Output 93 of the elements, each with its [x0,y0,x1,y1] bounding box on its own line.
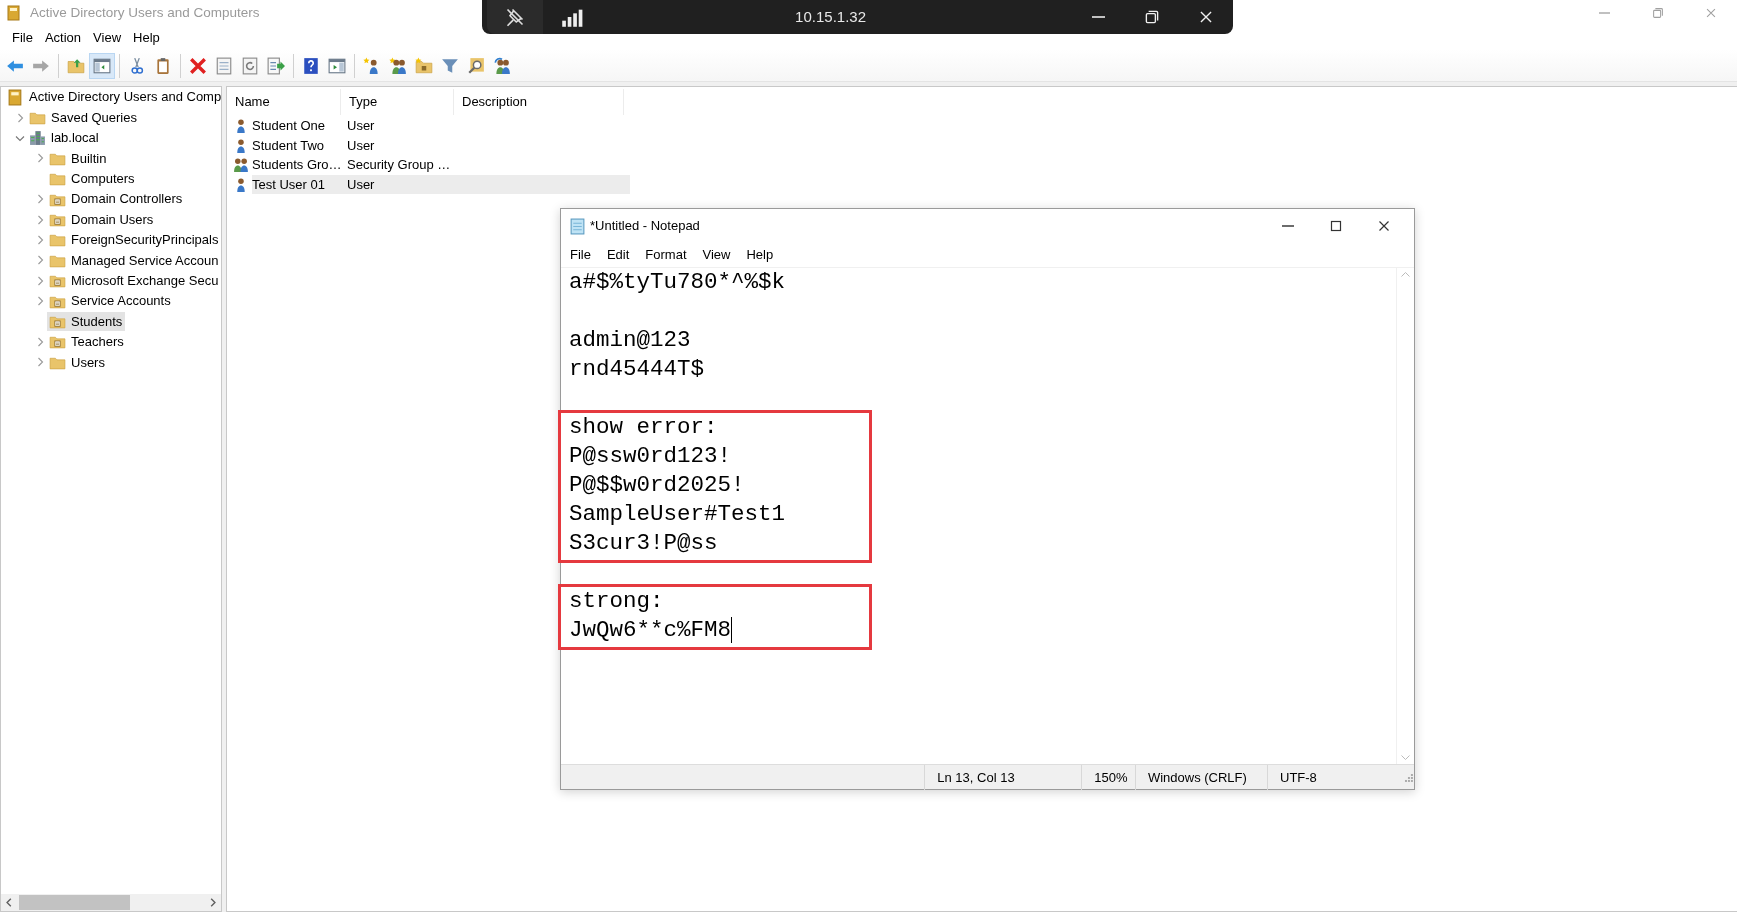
scroll-right-icon[interactable] [210,898,216,907]
tree-item[interactable]: Microsoft Exchange Secu [47,271,222,291]
vertical-scrollbar[interactable] [1396,268,1414,764]
scissors-icon [128,56,146,75]
tree-item[interactable]: lab.local [27,128,102,148]
tree-item[interactable]: Managed Service Accoun [47,250,222,270]
resize-grip-icon [1402,771,1414,783]
minimize-icon [1282,225,1294,227]
list-row[interactable]: Student Two User [252,135,630,155]
tree-item[interactable]: Teachers [47,332,127,352]
table-cell-text: Student Two [252,136,326,155]
window-pane-icon [93,56,111,75]
text-line: SampleUser#Test1 [569,501,786,527]
export-list-icon [267,56,285,75]
scroll-left-icon[interactable] [6,898,12,907]
menu-item[interactable]: View [694,245,739,265]
tree-item[interactable]: Active Directory Users and Comp [5,87,225,107]
maximize-icon [1328,218,1344,234]
menu-item[interactable]: Edit [598,245,638,265]
table-cell-text: User [347,175,376,194]
text-line: JwQw6**c%FM8 [569,617,732,643]
text-line: strong: [569,588,664,614]
status-text: Ln 13, Col 13 [924,764,1082,790]
users-icon [233,156,250,174]
signal-bars-icon [561,7,583,27]
text-line: rnd45444T$ [569,356,705,382]
menu-item[interactable]: View [87,28,128,48]
status-text: 150% [1081,764,1135,790]
table-cell-text: Test User 01 [252,175,326,194]
list-row[interactable]: Student One User [252,116,630,136]
tree-item[interactable]: Users [47,352,108,372]
text-line: S3cur3!P@ss [569,530,718,556]
restore-icon [1650,6,1665,20]
text-line: admin@123 [569,327,691,353]
status-text: UTF-8 [1267,764,1403,790]
book-icon [7,88,24,106]
filter-icon [441,56,459,75]
text-line: P@ssw0rd123! [569,443,732,469]
tree-item[interactable]: Builtin [47,148,110,168]
help-icon [302,56,320,75]
tree-item[interactable]: ForeignSecurityPrincipals [47,230,222,250]
window-title: *Untitled - Notepad [590,217,700,236]
menu-item[interactable]: File [6,28,39,48]
menu-item[interactable]: Action [38,28,88,48]
folder-star-icon [415,56,433,75]
list-row[interactable]: Test User 01 User [252,174,630,194]
minimize-icon [1091,16,1105,18]
restore-icon [1143,8,1161,26]
tree-item[interactable]: Students [47,312,126,331]
status-text: Windows (CRLF) [1134,764,1267,790]
notepad-icon [569,217,586,235]
users-star-icon [389,56,407,75]
minimize-icon [1599,12,1610,14]
tree-item[interactable]: Computers [47,169,138,189]
window-title: Active Directory Users and Computers [30,3,260,22]
crossed-pin-icon [505,7,525,27]
user-star-icon [363,56,381,75]
tree-item[interactable]: Domain Users [47,210,157,230]
connection-address: 10.15.1.32 [795,6,866,27]
text-line: a#$%tyTu780*^%$k [569,269,786,295]
refresh-icon [241,56,259,75]
building-icon [29,129,46,147]
table-cell-text: Security Group … [347,156,452,174]
search-icon [467,56,485,75]
tree-item[interactable]: Domain Controllers [47,189,186,209]
text-line: P@$$w0rd2025! [569,472,745,498]
unpin-button[interactable] [487,0,543,34]
column-header[interactable]: Name [227,88,341,115]
app-book-icon [6,5,22,21]
table-cell-text: User [347,136,376,155]
list-row[interactable]: Students Gro… Security Group … [252,155,630,175]
text-line: show error: [569,414,718,440]
text-cursor [731,617,733,644]
menu-item[interactable]: Format [637,245,695,265]
clipboard-icon [154,56,172,75]
column-header[interactable]: Description [454,88,624,115]
scroll-up-icon[interactable] [1401,272,1410,277]
users-arrow-icon [493,56,511,75]
table-cell-text: Student One [252,117,326,135]
sheet-icon [215,56,233,75]
menu-item[interactable]: Help [127,28,166,48]
tree-item[interactable]: Saved Queries [27,108,140,128]
window-play-icon [328,56,346,75]
delete-icon [189,56,207,75]
toolbar-button[interactable] [89,52,115,79]
column-header[interactable]: Type [341,88,454,115]
tree-item[interactable]: Service Accounts [47,291,174,311]
horizontal-scrollbar[interactable] [1,894,221,911]
table-cell-text: User [347,117,376,135]
menu-item[interactable]: File [562,245,599,265]
scroll-down-icon[interactable] [1401,755,1410,760]
menu-item[interactable]: Help [738,245,782,265]
table-cell-text: Students Gro… [252,156,343,174]
